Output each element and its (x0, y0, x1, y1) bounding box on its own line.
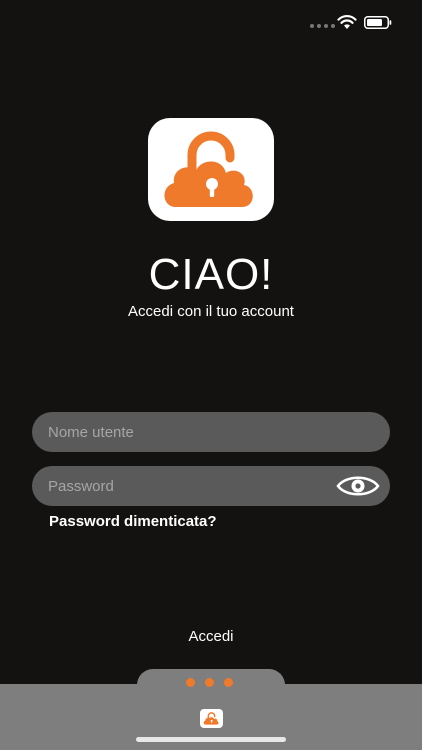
page-dot (205, 678, 214, 687)
eye-icon[interactable] (336, 474, 380, 498)
home-indicator[interactable] (136, 737, 286, 742)
signal-dots-icon (310, 24, 335, 28)
page-indicator (186, 678, 233, 687)
status-bar (0, 0, 422, 44)
page-dot (186, 678, 195, 687)
greeting-title: CIAO! (148, 250, 274, 299)
page-dot (224, 678, 233, 687)
username-input[interactable] (32, 412, 390, 452)
cloud-lock-icon (164, 131, 253, 207)
login-subtitle: Accedi con il tuo account (128, 303, 294, 320)
bottom-app-icon[interactable] (200, 709, 223, 728)
app-logo (148, 118, 274, 221)
login-screen: CIAO! Accedi con il tuo account Password… (0, 0, 422, 750)
battery-icon (364, 16, 392, 29)
username-field (32, 412, 390, 452)
forgot-password-link[interactable]: Password dimenticata? (49, 513, 217, 530)
login-button[interactable]: Accedi (161, 624, 261, 648)
cloud-lock-icon (203, 712, 219, 725)
password-field (32, 466, 390, 506)
wifi-icon (337, 15, 357, 29)
